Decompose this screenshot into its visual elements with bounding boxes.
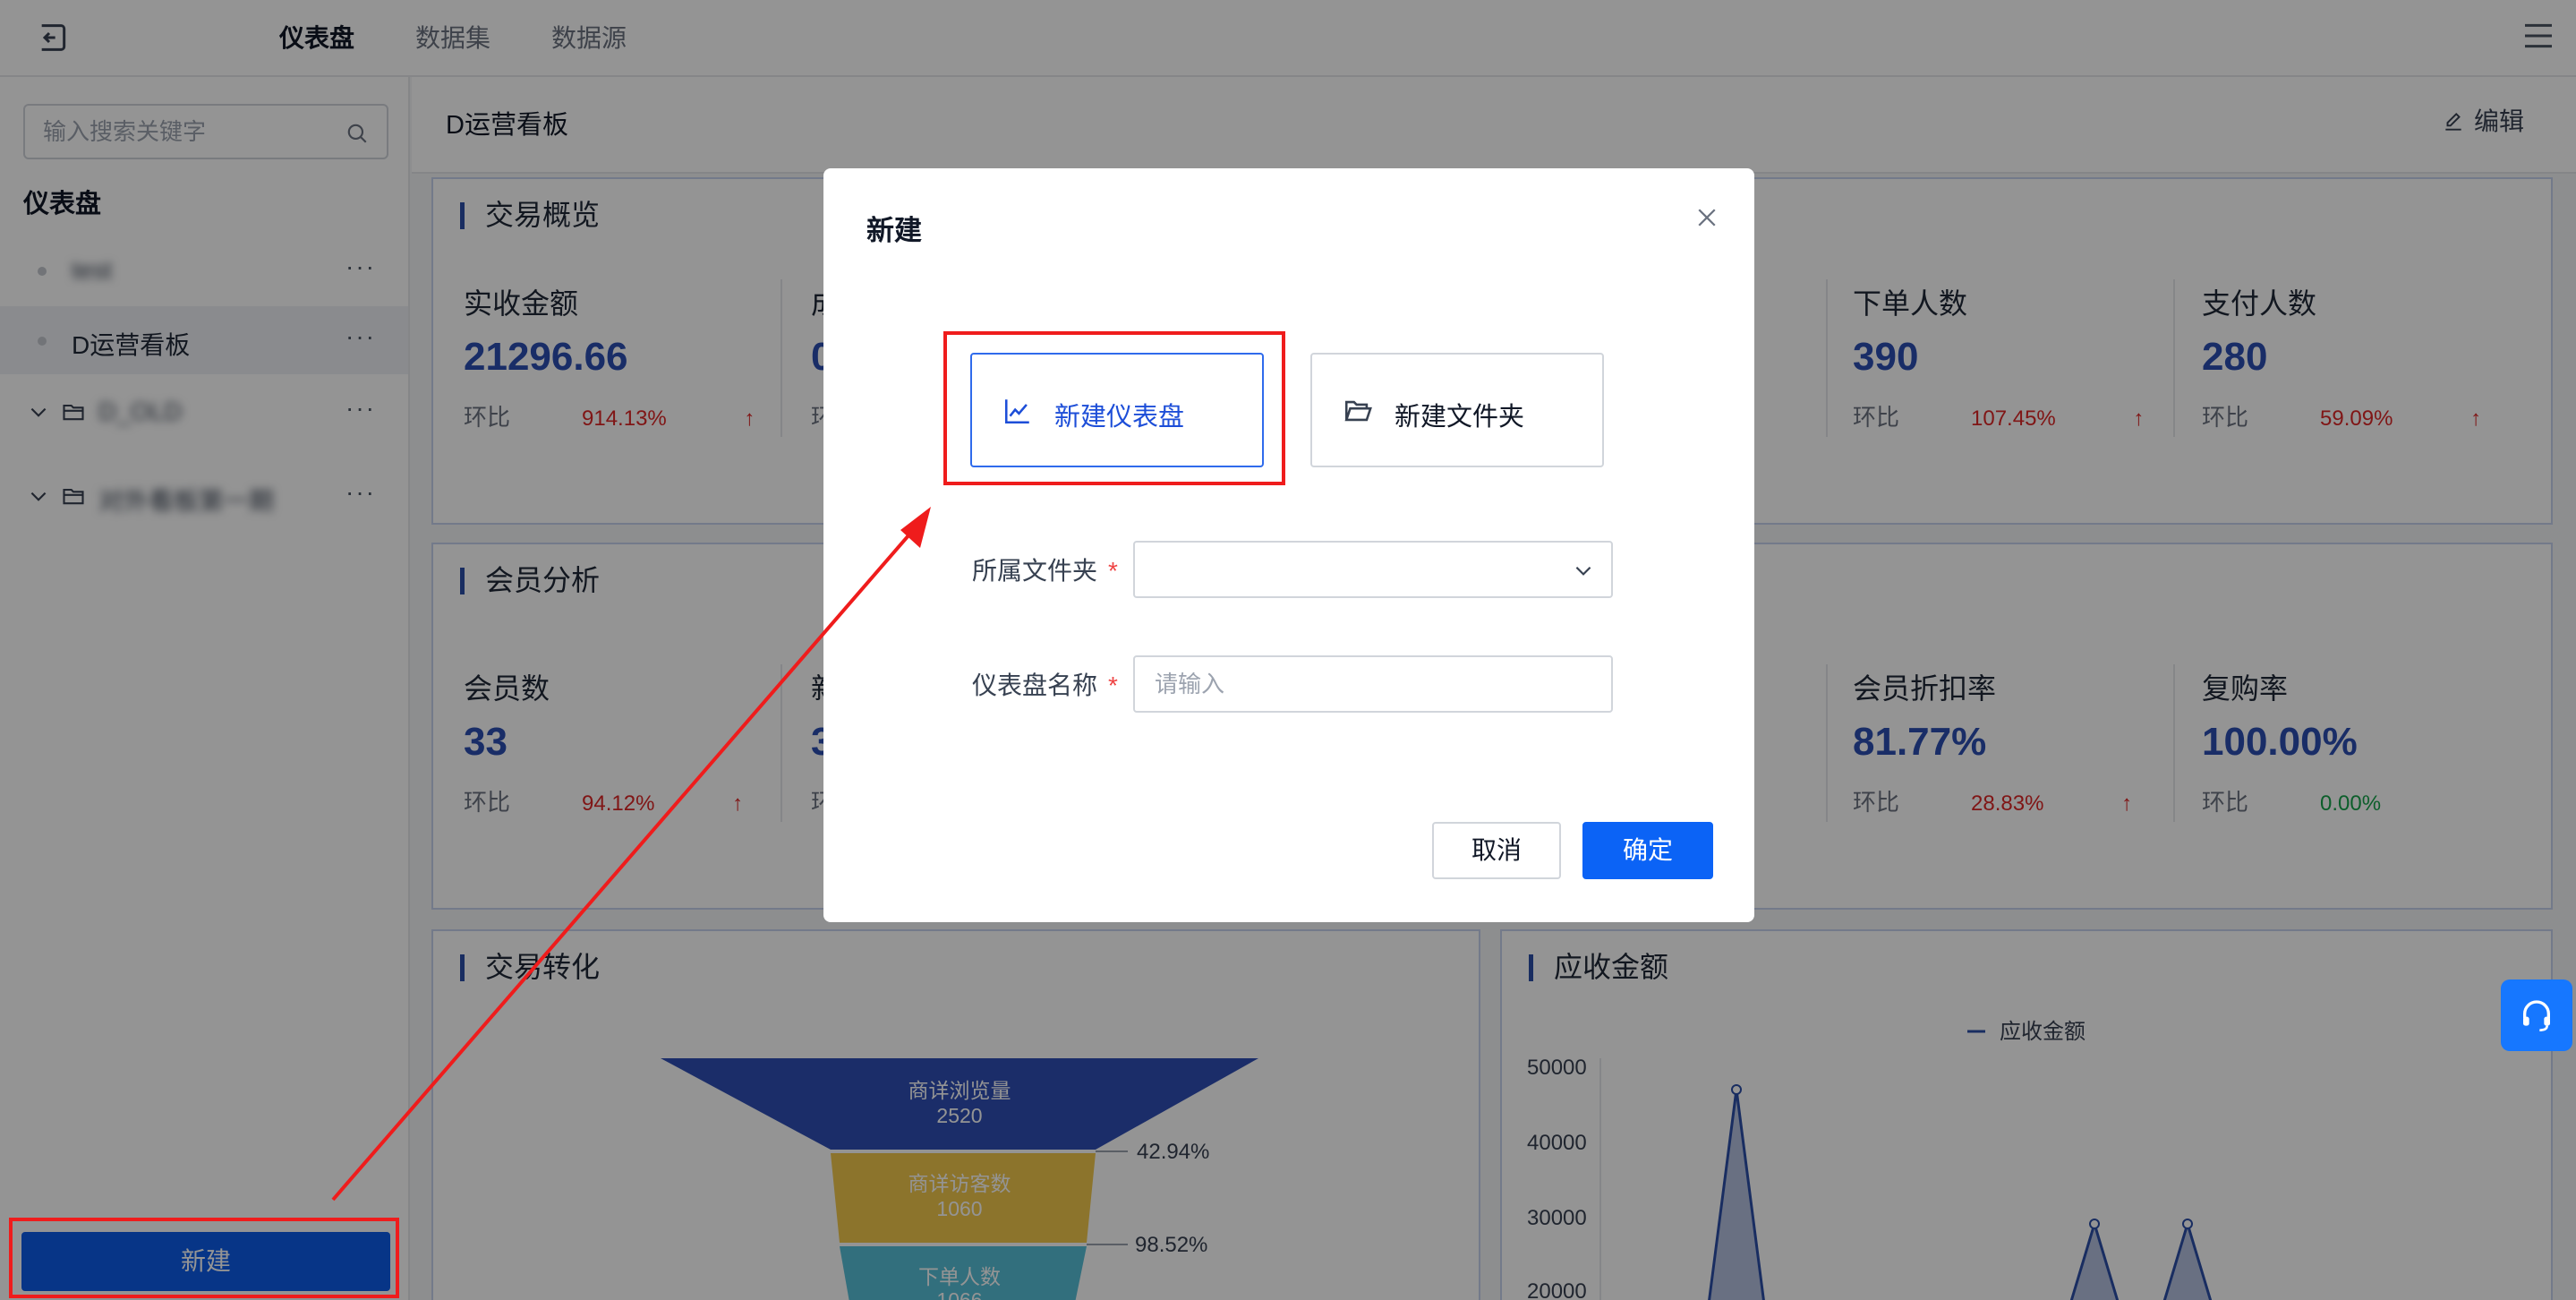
folder-open-icon bbox=[1344, 400, 1372, 422]
label-text: 所属文件夹 bbox=[972, 557, 1098, 585]
app: 仪表盘 数据集 数据源 仪表盘 test ··· D运营看板 ··· bbox=[0, 0, 2576, 1300]
headset-icon bbox=[2523, 1000, 2550, 1031]
option-label: 新建文件夹 bbox=[1395, 403, 1525, 432]
chevron-down-icon bbox=[1575, 566, 1591, 576]
new-folder-option[interactable]: 新建文件夹 bbox=[1310, 353, 1604, 467]
customer-service-button[interactable] bbox=[2501, 979, 2572, 1051]
folder-select[interactable] bbox=[1133, 541, 1613, 598]
name-field-label: 仪表盘名称 * bbox=[972, 666, 1118, 702]
folder-field-label: 所属文件夹 * bbox=[972, 552, 1118, 587]
new-dashboard-option[interactable]: 新建仪表盘 bbox=[970, 353, 1264, 467]
label-text: 仪表盘名称 bbox=[972, 671, 1098, 699]
close-icon[interactable] bbox=[1693, 204, 1720, 231]
dialog-title: 新建 bbox=[866, 215, 922, 246]
confirm-button[interactable]: 确定 bbox=[1582, 822, 1713, 879]
new-dialog: 新建 新建仪表盘 新建文件夹 所属文件夹 * 仪表盘名称 * 取消 确定 bbox=[823, 168, 1754, 922]
cancel-button[interactable]: 取消 bbox=[1432, 822, 1561, 879]
required-mark: * bbox=[1108, 671, 1118, 699]
dashboard-name-input[interactable] bbox=[1133, 655, 1613, 713]
line-chart-icon bbox=[1004, 399, 1029, 424]
required-mark: * bbox=[1108, 557, 1118, 585]
option-label: 新建仪表盘 bbox=[1054, 403, 1185, 432]
